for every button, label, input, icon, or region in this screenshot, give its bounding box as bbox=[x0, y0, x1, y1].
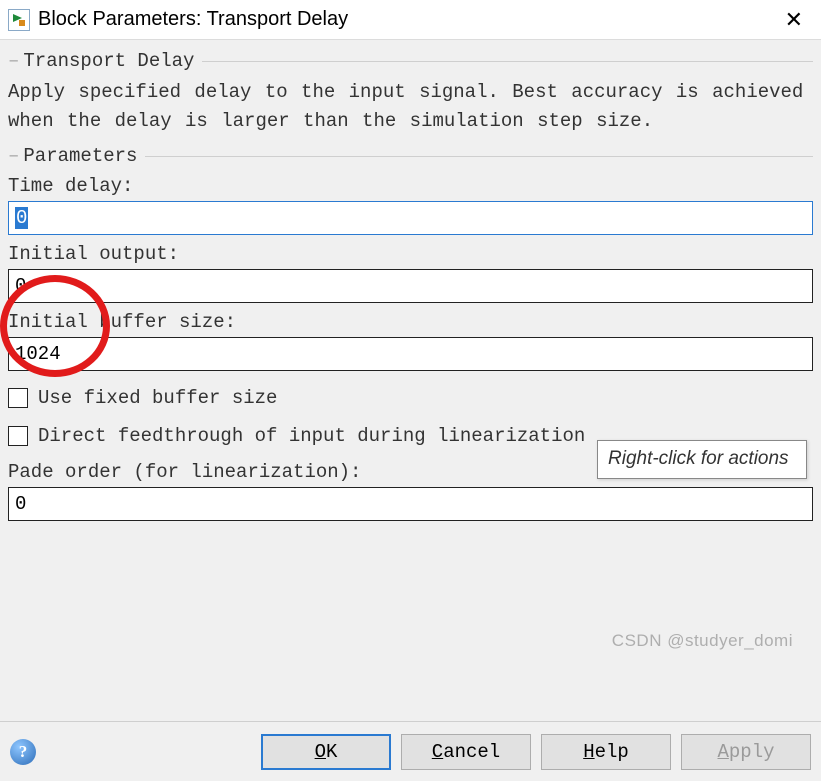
tooltip-right-click: Right-click for actions bbox=[597, 440, 807, 479]
transport-delay-description: Apply specified delay to the input signa… bbox=[8, 78, 813, 135]
fixed-buffer-row[interactable]: Use fixed buffer size bbox=[8, 387, 813, 409]
direct-feedthrough-label: Direct feedthrough of input during linea… bbox=[38, 425, 585, 447]
app-icon bbox=[8, 9, 30, 31]
help-button[interactable]: Help bbox=[541, 734, 671, 770]
apply-button[interactable]: Apply bbox=[681, 734, 811, 770]
close-icon[interactable]: ✕ bbox=[775, 7, 813, 33]
initial-buffer-input[interactable] bbox=[8, 337, 813, 371]
time-delay-input[interactable]: 0 bbox=[8, 201, 813, 235]
cancel-button[interactable]: Cancel bbox=[401, 734, 531, 770]
fixed-buffer-label: Use fixed buffer size bbox=[38, 387, 277, 409]
group-transport-delay-label: Transport Delay bbox=[23, 50, 194, 72]
dialog-footer: ? OK Cancel Help Apply bbox=[0, 721, 821, 781]
initial-output-label: Initial output: bbox=[8, 243, 813, 265]
help-icon[interactable]: ? bbox=[10, 739, 36, 765]
pade-order-input[interactable] bbox=[8, 487, 813, 521]
group-parameters-label: Parameters bbox=[23, 145, 137, 167]
direct-feedthrough-checkbox[interactable] bbox=[8, 426, 28, 446]
time-delay-label: Time delay: bbox=[8, 175, 813, 197]
initial-output-input[interactable] bbox=[8, 269, 813, 303]
initial-buffer-label: Initial buffer size: bbox=[8, 311, 813, 333]
watermark-text: CSDN @studyer_domi bbox=[612, 631, 793, 651]
group-parameters-header: – Parameters bbox=[8, 145, 813, 167]
ok-button[interactable]: OK bbox=[261, 734, 391, 770]
time-delay-value: 0 bbox=[15, 207, 28, 229]
window-title: Block Parameters: Transport Delay bbox=[38, 8, 775, 31]
dialog-body: – Transport Delay Apply specified delay … bbox=[0, 40, 821, 721]
title-bar: Block Parameters: Transport Delay ✕ bbox=[0, 0, 821, 40]
fixed-buffer-checkbox[interactable] bbox=[8, 388, 28, 408]
group-transport-delay-header: – Transport Delay bbox=[8, 50, 813, 72]
